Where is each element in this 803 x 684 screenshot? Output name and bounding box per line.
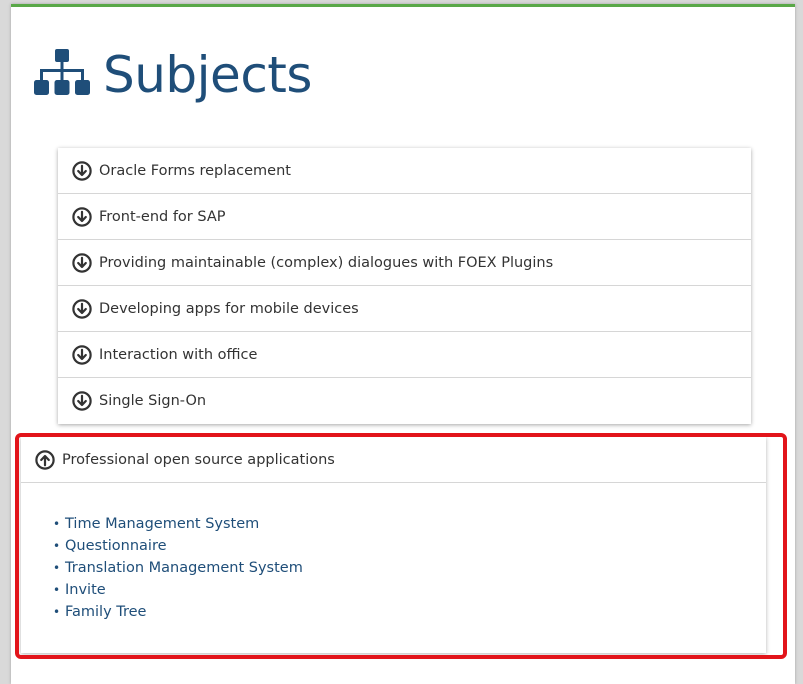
arrow-circle-down-icon [72,252,92,273]
page-header: Subjects [33,47,312,103]
sitemap-icon [34,49,90,95]
accordion-item-label: Developing apps for mobile devices [99,300,359,317]
accordion-item-office[interactable]: Interaction with office [58,332,751,378]
accordion-item-single-sign-on[interactable]: Single Sign-On [58,378,751,424]
arrow-circle-down-icon [72,160,92,181]
accordion-item-foex-plugins[interactable]: Providing maintainable (complex) dialogu… [58,240,751,286]
page-title: Subjects [103,46,312,104]
arrow-circle-down-icon [72,206,92,227]
subjects-accordion: Oracle Forms replacement Front-end for S… [58,148,751,424]
highlight-box [15,433,787,659]
arrow-circle-down-icon [72,391,92,411]
accordion-item-mobile-apps[interactable]: Developing apps for mobile devices [58,286,751,332]
accordion-item-label: Providing maintainable (complex) dialogu… [99,254,554,271]
accordion-item-label: Interaction with office [99,346,258,363]
arrow-circle-down-icon [72,344,92,365]
accordion-item-sap[interactable]: Front-end for SAP [58,194,751,240]
arrow-circle-down-icon [72,298,92,319]
accordion-item-label: Oracle Forms replacement [99,162,291,179]
accordion-item-oracle-forms[interactable]: Oracle Forms replacement [58,148,751,194]
accordion-item-label: Front-end for SAP [99,208,226,225]
accordion-item-label: Single Sign-On [99,393,207,409]
